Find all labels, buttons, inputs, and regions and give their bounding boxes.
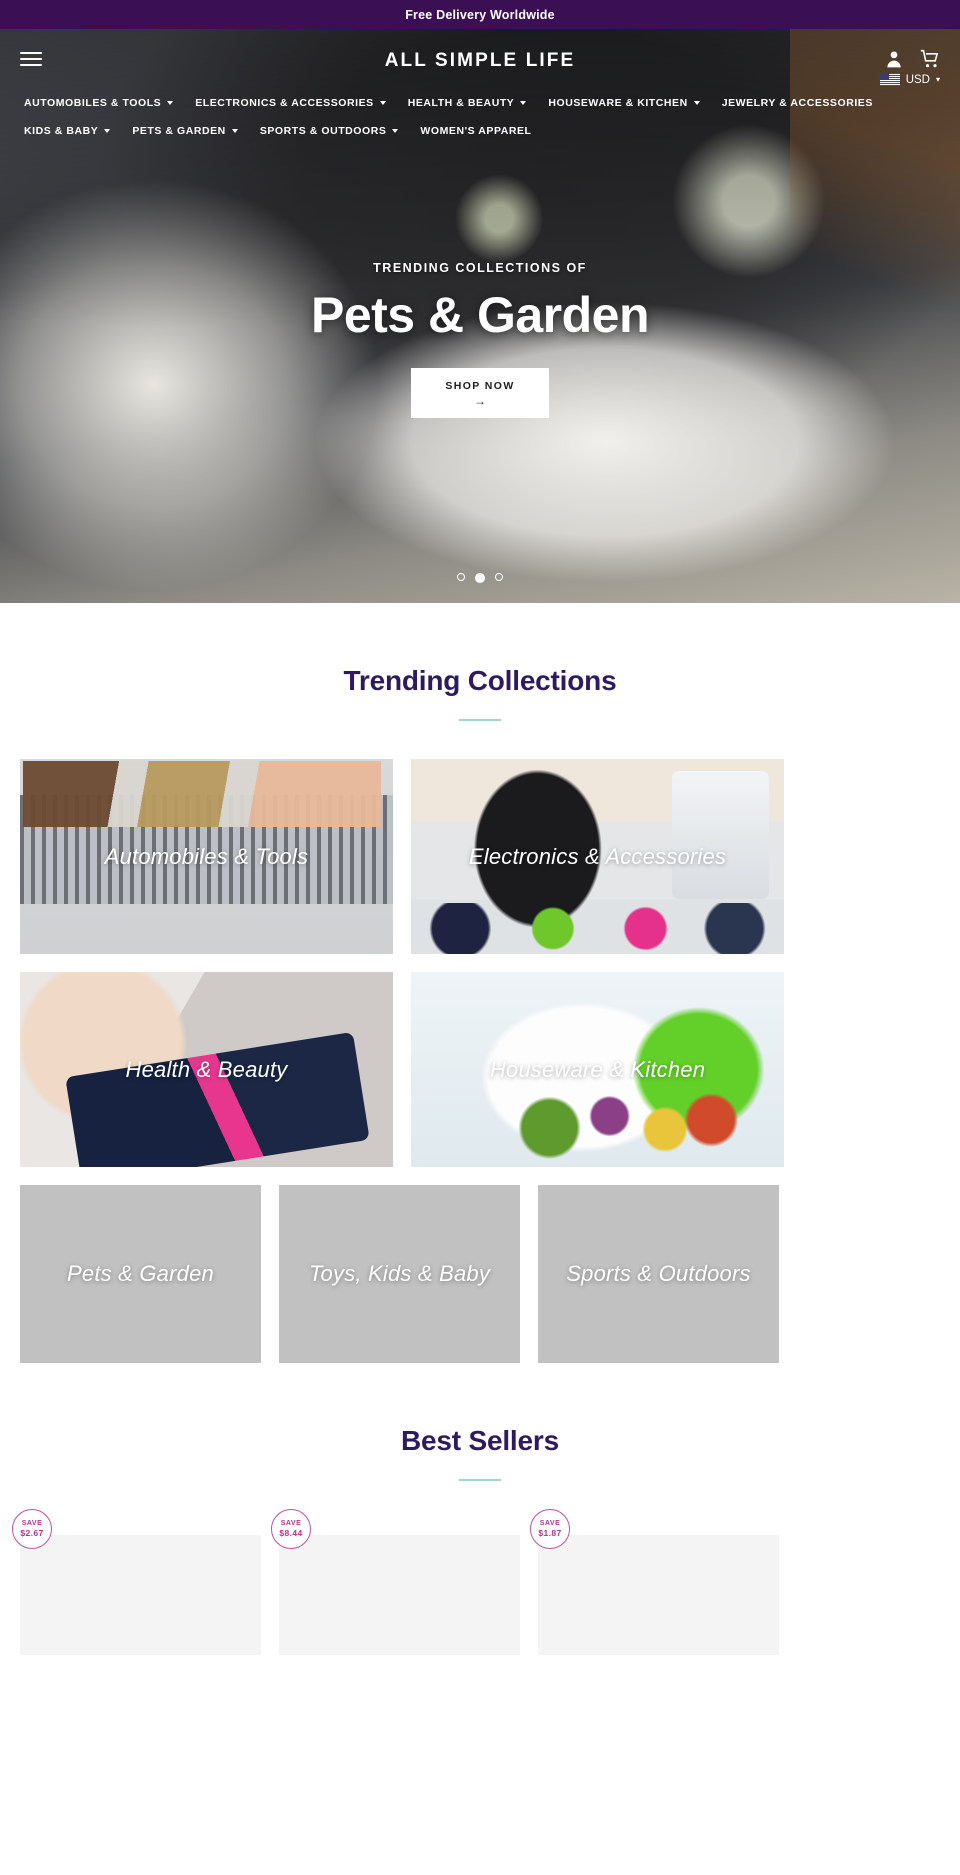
chevron-down-icon	[520, 101, 527, 105]
tile-label: Houseware & Kitchen	[489, 1056, 706, 1082]
save-label: SAVE	[539, 1520, 561, 1527]
nav-item-label: AUTOMOBILES & TOOLS	[24, 97, 162, 109]
nav-item-label: ELECTRONICS & ACCESSORIES	[195, 97, 374, 109]
brand-wordmark: ALL SIMPLE LIFE	[384, 50, 576, 71]
carousel-dots	[0, 573, 960, 583]
save-amount: $1.87	[538, 1528, 562, 1538]
nav-item-label: WOMEN'S APPAREL	[420, 125, 532, 137]
tile-label: Electronics & Accessories	[468, 843, 727, 869]
shop-now-button[interactable]: SHOP NOW →	[411, 368, 549, 418]
nav-item-electronics-accessories[interactable]: ELECTRONICS & ACCESSORIES	[195, 89, 399, 117]
nav-item-label: SPORTS & OUTDOORS	[259, 125, 387, 137]
person-icon[interactable]	[884, 49, 904, 69]
save-amount: $8.44	[279, 1528, 303, 1538]
save-label: SAVE	[280, 1520, 302, 1527]
status-badge: SAVE $8.44	[271, 1509, 311, 1549]
collection-tile-toys-kids-baby[interactable]: Toys, Kids & Baby	[279, 1185, 520, 1363]
chevron-down-icon: ▾	[935, 75, 940, 84]
cart-icon[interactable]	[920, 49, 940, 69]
nav-item-kids-baby[interactable]: KIDS & BABY	[24, 117, 124, 145]
header-top-row: ALL SIMPLE LIFE	[20, 29, 940, 89]
carousel-dot-2[interactable]	[475, 573, 485, 583]
section-divider	[459, 1479, 501, 1481]
us-flag-icon	[879, 73, 900, 86]
collection-tile-electronics-accessories[interactable]: Electronics & Accessories	[411, 759, 784, 954]
hamburger-icon[interactable]	[20, 48, 42, 70]
currency-selector[interactable]: USD ▾	[879, 73, 940, 86]
chevron-down-icon	[392, 129, 399, 133]
chevron-down-icon	[693, 101, 700, 105]
announcement-text: Free Delivery Worldwide	[405, 7, 555, 22]
nav-item-jewelry-accessories[interactable]: JEWELRY & ACCESSORIES	[722, 89, 887, 117]
nav-item-womens-apparel[interactable]: WOMEN'S APPAREL	[420, 117, 545, 145]
status-badge: SAVE $1.87	[530, 1509, 570, 1549]
nav-item-label: PETS & GARDEN	[132, 125, 226, 137]
nav-item-label: HEALTH & BEAUTY	[407, 97, 515, 109]
shop-now-label: SHOP NOW	[445, 380, 515, 392]
tile-label: Automobiles & Tools	[104, 843, 309, 869]
collection-tile-houseware-kitchen[interactable]: Houseware & Kitchen	[411, 972, 784, 1167]
collection-tile-automobiles-tools[interactable]: Automobiles & Tools	[20, 759, 393, 954]
product-image	[20, 1535, 261, 1655]
collection-tile-sports-outdoors[interactable]: Sports & Outdoors	[538, 1185, 779, 1363]
collection-tile-health-beauty[interactable]: Health & Beauty	[20, 972, 393, 1167]
section-divider	[459, 719, 501, 721]
best-sellers-list: SAVE $2.67 SAVE $8.44 SAVE $1.87	[12, 1509, 940, 1655]
page-title: Best Sellers	[401, 1425, 559, 1456]
nav-item-automobiles-tools[interactable]: AUTOMOBILES & TOOLS	[24, 89, 187, 117]
nav-item-health-beauty[interactable]: HEALTH & BEAUTY	[408, 89, 541, 117]
currency-code: USD	[905, 73, 930, 86]
tile-label: Sports & Outdoors	[566, 1261, 751, 1286]
chevron-down-icon	[104, 129, 111, 133]
tile-label: Pets & Garden	[67, 1261, 214, 1286]
best-sellers-header: Best Sellers	[20, 1363, 940, 1481]
trending-collections-section: Trending Collections Automobiles & Tools…	[0, 603, 960, 1363]
tile-label: Health & Beauty	[125, 1056, 288, 1082]
best-sellers-section: Best Sellers SAVE $2.67 SAVE $8.44 SAVE …	[0, 1363, 960, 1655]
product-image	[279, 1535, 520, 1655]
product-card[interactable]: SAVE $2.67	[12, 1509, 261, 1655]
chevron-down-icon	[231, 129, 238, 133]
header-actions	[884, 49, 940, 69]
status-badge: SAVE $2.67	[12, 1509, 52, 1549]
hero-kicker: TRENDING COLLECTIONS OF	[373, 261, 587, 275]
tile-label: Toys, Kids & Baby	[308, 1261, 491, 1286]
hero-carousel: ALL SIMPLE LIFE USD ▾ AUTOMOBILES & TOOL…	[0, 29, 960, 603]
site-header: ALL SIMPLE LIFE USD ▾	[0, 29, 960, 89]
page-title: Trending Collections	[343, 665, 617, 696]
chevron-down-icon	[379, 101, 386, 105]
nav-item-label: KIDS & BABY	[24, 125, 99, 137]
nav-item-houseware-kitchen[interactable]: HOUSEWARE & KITCHEN	[548, 89, 713, 117]
nav-item-sports-outdoors[interactable]: SPORTS & OUTDOORS	[260, 117, 413, 145]
main-navigation: AUTOMOBILES & TOOLS ELECTRONICS & ACCESS…	[0, 89, 960, 153]
product-image	[538, 1535, 779, 1655]
nav-item-label: HOUSEWARE & KITCHEN	[548, 97, 688, 109]
product-card[interactable]: SAVE $1.87	[530, 1509, 779, 1655]
chevron-down-icon	[167, 101, 174, 105]
product-card[interactable]: SAVE $8.44	[271, 1509, 520, 1655]
carousel-dot-3[interactable]	[495, 573, 503, 581]
arrow-right-icon: →	[473, 394, 486, 408]
hero-title: Pets & Garden	[310, 287, 650, 343]
save-amount: $2.67	[20, 1528, 44, 1538]
collection-tiles: Automobiles & Tools Electronics & Access…	[20, 759, 940, 1363]
nav-item-pets-garden[interactable]: PETS & GARDEN	[132, 117, 252, 145]
save-label: SAVE	[21, 1520, 43, 1527]
nav-item-label: JEWELRY & ACCESSORIES	[721, 97, 873, 109]
carousel-dot-1[interactable]	[457, 573, 465, 581]
collection-tile-pets-garden[interactable]: Pets & Garden	[20, 1185, 261, 1363]
hero-content: TRENDING COLLECTIONS OF Pets & Garden SH…	[0, 261, 960, 418]
trending-header: Trending Collections	[20, 603, 940, 721]
announcement-bar: Free Delivery Worldwide	[0, 0, 960, 29]
